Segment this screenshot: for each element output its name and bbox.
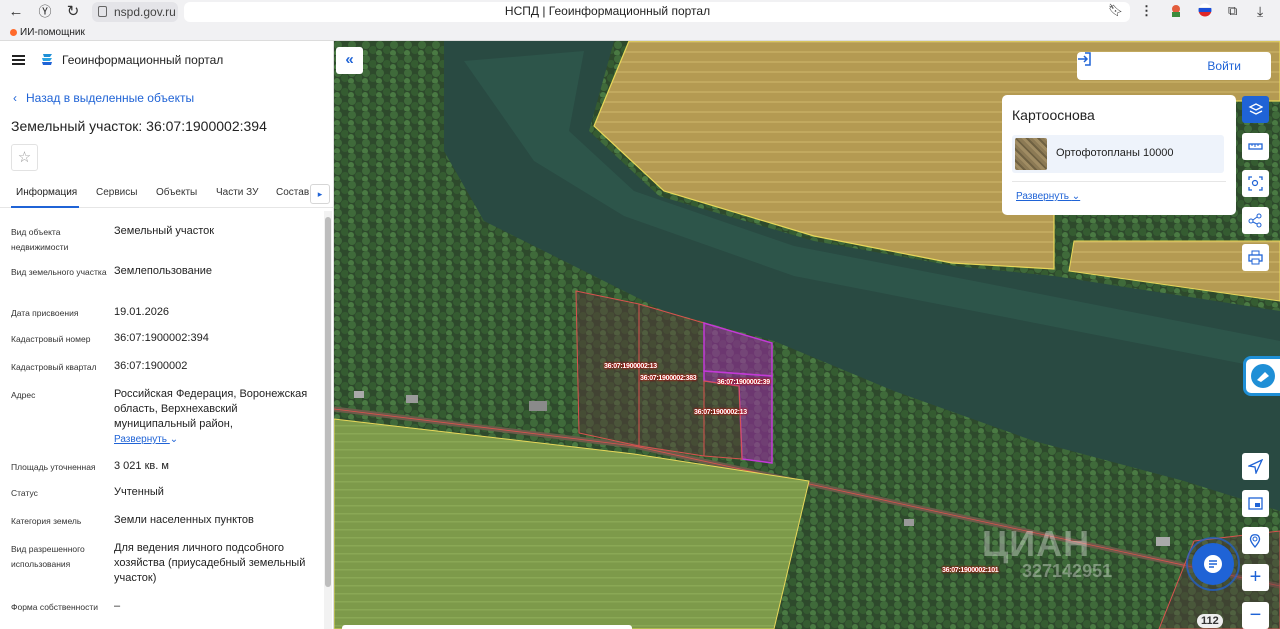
road-number-badge: 112 — [1197, 614, 1223, 628]
location-pin-button[interactable] — [1242, 527, 1269, 554]
russian-flag-icon[interactable] — [1198, 3, 1212, 20]
prop-value-permitted-use: Для ведения личного подсобного хозяйства… — [114, 542, 306, 584]
prop-label-assign-date: Дата присвоения — [11, 308, 79, 318]
basemap-thumbnail — [1015, 138, 1047, 170]
zoom-out-button[interactable]: − — [1242, 602, 1269, 629]
prop-value-land-type: Землепользование — [114, 265, 213, 277]
prop-value-ownership: – — [114, 600, 121, 612]
download-icon[interactable]: ⤓ — [1257, 3, 1263, 20]
prop-label-area: Площадь уточненная — [11, 462, 96, 472]
chevron-down-icon: ⌄ — [1071, 191, 1081, 202]
chat-button[interactable] — [1192, 543, 1234, 585]
navigation-arrow-icon — [1248, 459, 1263, 474]
tab-information[interactable]: Информация — [16, 187, 77, 198]
prop-label-land-type: Вид земельного участка — [11, 267, 107, 277]
tab-services[interactable]: Сервисы — [96, 187, 137, 198]
ruler-icon — [1248, 143, 1263, 150]
browser-chrome: ← Ⓨ ↻ nspd.gov.ru НСПД | Геоинформационн… — [0, 0, 1280, 41]
favorite-star-button[interactable]: ☆ — [11, 144, 38, 171]
prop-label-status: Статус — [11, 488, 38, 498]
share-icon — [1248, 213, 1262, 228]
portal-title: Геоинформационный портал — [62, 53, 224, 67]
prop-value-object-type: Земельный участок — [114, 225, 215, 237]
prop-value-cadastral-quarter: 36:07:1900002 — [114, 360, 188, 372]
prop-label-object-type: Вид объекта недвижимости — [11, 227, 69, 252]
active-tab-indicator — [11, 206, 79, 208]
prop-value-cadastral-number: 36:07:1900002:394 — [114, 332, 209, 344]
layers-icon — [1248, 103, 1263, 115]
watermark-logo: ЦИАН — [982, 523, 1091, 564]
divider — [1012, 181, 1226, 182]
geolocation-button[interactable] — [1242, 453, 1269, 480]
address-expand-link[interactable]: Развернуть ⌄ — [114, 434, 178, 445]
chevron-left-icon: ‹ — [13, 91, 17, 105]
tab-scroll-right-button[interactable]: ▸ — [310, 184, 330, 204]
portal-logo-icon — [42, 54, 52, 65]
basemap-option-label: Ортофотопланы 10000 — [1056, 147, 1174, 159]
map-search-icon — [1251, 364, 1275, 388]
ruler-tool-button[interactable] — [1242, 133, 1269, 160]
minimap-icon — [1248, 497, 1263, 510]
watermark-id: 327142951 — [1022, 561, 1113, 581]
parcel-label[interactable]: 36:07:1900002:39 — [717, 379, 770, 386]
prop-value-land-category: Земли населенных пунктов — [114, 514, 254, 526]
layers-tool-button[interactable] — [1242, 96, 1269, 123]
menu-icon[interactable] — [12, 55, 25, 65]
prop-value-area: 3 021 кв. м — [114, 460, 169, 472]
chat-icon — [1204, 555, 1222, 573]
tab-objects[interactable]: Объекты — [156, 187, 197, 198]
menu-dots-icon[interactable]: ⋮ — [1140, 3, 1153, 19]
sidebar-icon[interactable]: ⧉ — [1228, 3, 1237, 19]
login-bar[interactable]: Войти — [1077, 52, 1271, 80]
panel-header: Геоинформационный портал — [0, 41, 333, 81]
prop-label-ownership: Форма собственности — [11, 602, 98, 612]
extension-icon[interactable] — [1168, 3, 1184, 22]
basemap-title: Картооснова — [1012, 107, 1095, 123]
login-icon[interactable] — [1077, 52, 1091, 66]
parcel-label[interactable]: 36:07:1900002:13 — [604, 363, 657, 370]
back-to-selected-link[interactable]: ‹ Назад в выделенные объекты — [13, 91, 194, 105]
prop-label-land-category: Категория земель — [11, 516, 82, 526]
ai-assistant-link[interactable]: ИИ-помощник — [10, 27, 85, 38]
object-info-panel: Геоинформационный портал ‹ Назад в выделе… — [0, 41, 334, 629]
page-title: НСПД | Геоинформационный портал — [504, 4, 711, 18]
tab-parts[interactable]: Части ЗУ — [216, 187, 258, 198]
map-view[interactable]: 36:07:1900002:13 36:07:1900002:383 36:07… — [334, 41, 1280, 629]
ai-icon — [10, 28, 17, 36]
zoom-in-button[interactable]: + — [1242, 564, 1269, 591]
parcel-label[interactable]: 36:07:1900002:101 — [942, 567, 999, 574]
bottom-bar — [342, 625, 632, 629]
prop-value-address: Российская Федерация, Воронежская област… — [114, 388, 308, 430]
prop-value-status: Учтенный — [114, 486, 164, 498]
tab-bar: Информация Сервисы Объекты Части ЗУ Сост… — [0, 183, 333, 208]
share-tool-button[interactable] — [1242, 207, 1269, 234]
prop-label-cadastral-quarter: Кадастровый квартал — [11, 362, 97, 372]
prop-value-assign-date: 19.01.2026 — [114, 306, 170, 318]
tab-composition[interactable]: Состав — [276, 187, 309, 198]
minimap-button[interactable] — [1242, 490, 1269, 517]
object-title: Земельный участок: 36:07:1900002:394 — [11, 118, 267, 134]
basemap-option-orthophoto[interactable]: Ортофотопланы 10000 — [1012, 135, 1224, 173]
prop-label-permitted-use: Вид разрешенного использования — [11, 544, 85, 569]
login-button[interactable]: Войти — [1207, 59, 1241, 73]
prop-label-address: Адрес — [11, 390, 36, 400]
parcel-label[interactable]: 36:07:1900002:13 — [694, 409, 747, 416]
parcel-label[interactable]: 36:07:1900002:383 — [640, 375, 697, 382]
print-icon — [1248, 250, 1263, 265]
collapse-panel-button[interactable]: « — [336, 47, 363, 74]
basemap-expand-link[interactable]: Развернуть ⌄ — [1016, 191, 1080, 202]
print-tool-button[interactable] — [1242, 244, 1269, 271]
basemap-panel: Картооснова Ортофотопланы 10000 Разверну… — [1002, 95, 1236, 215]
chevron-down-icon: ⌄ — [169, 434, 179, 445]
select-area-tool-button[interactable] — [1242, 170, 1269, 197]
scrollbar-thumb[interactable] — [325, 217, 331, 587]
location-pin-icon — [1249, 534, 1261, 548]
bookmark-icon[interactable]: 🔖︎ — [1108, 3, 1123, 17]
select-area-icon — [1248, 176, 1263, 191]
side-panel-toggle[interactable] — [1243, 356, 1280, 396]
prop-label-cadastral-number: Кадастровый номер — [11, 334, 91, 344]
